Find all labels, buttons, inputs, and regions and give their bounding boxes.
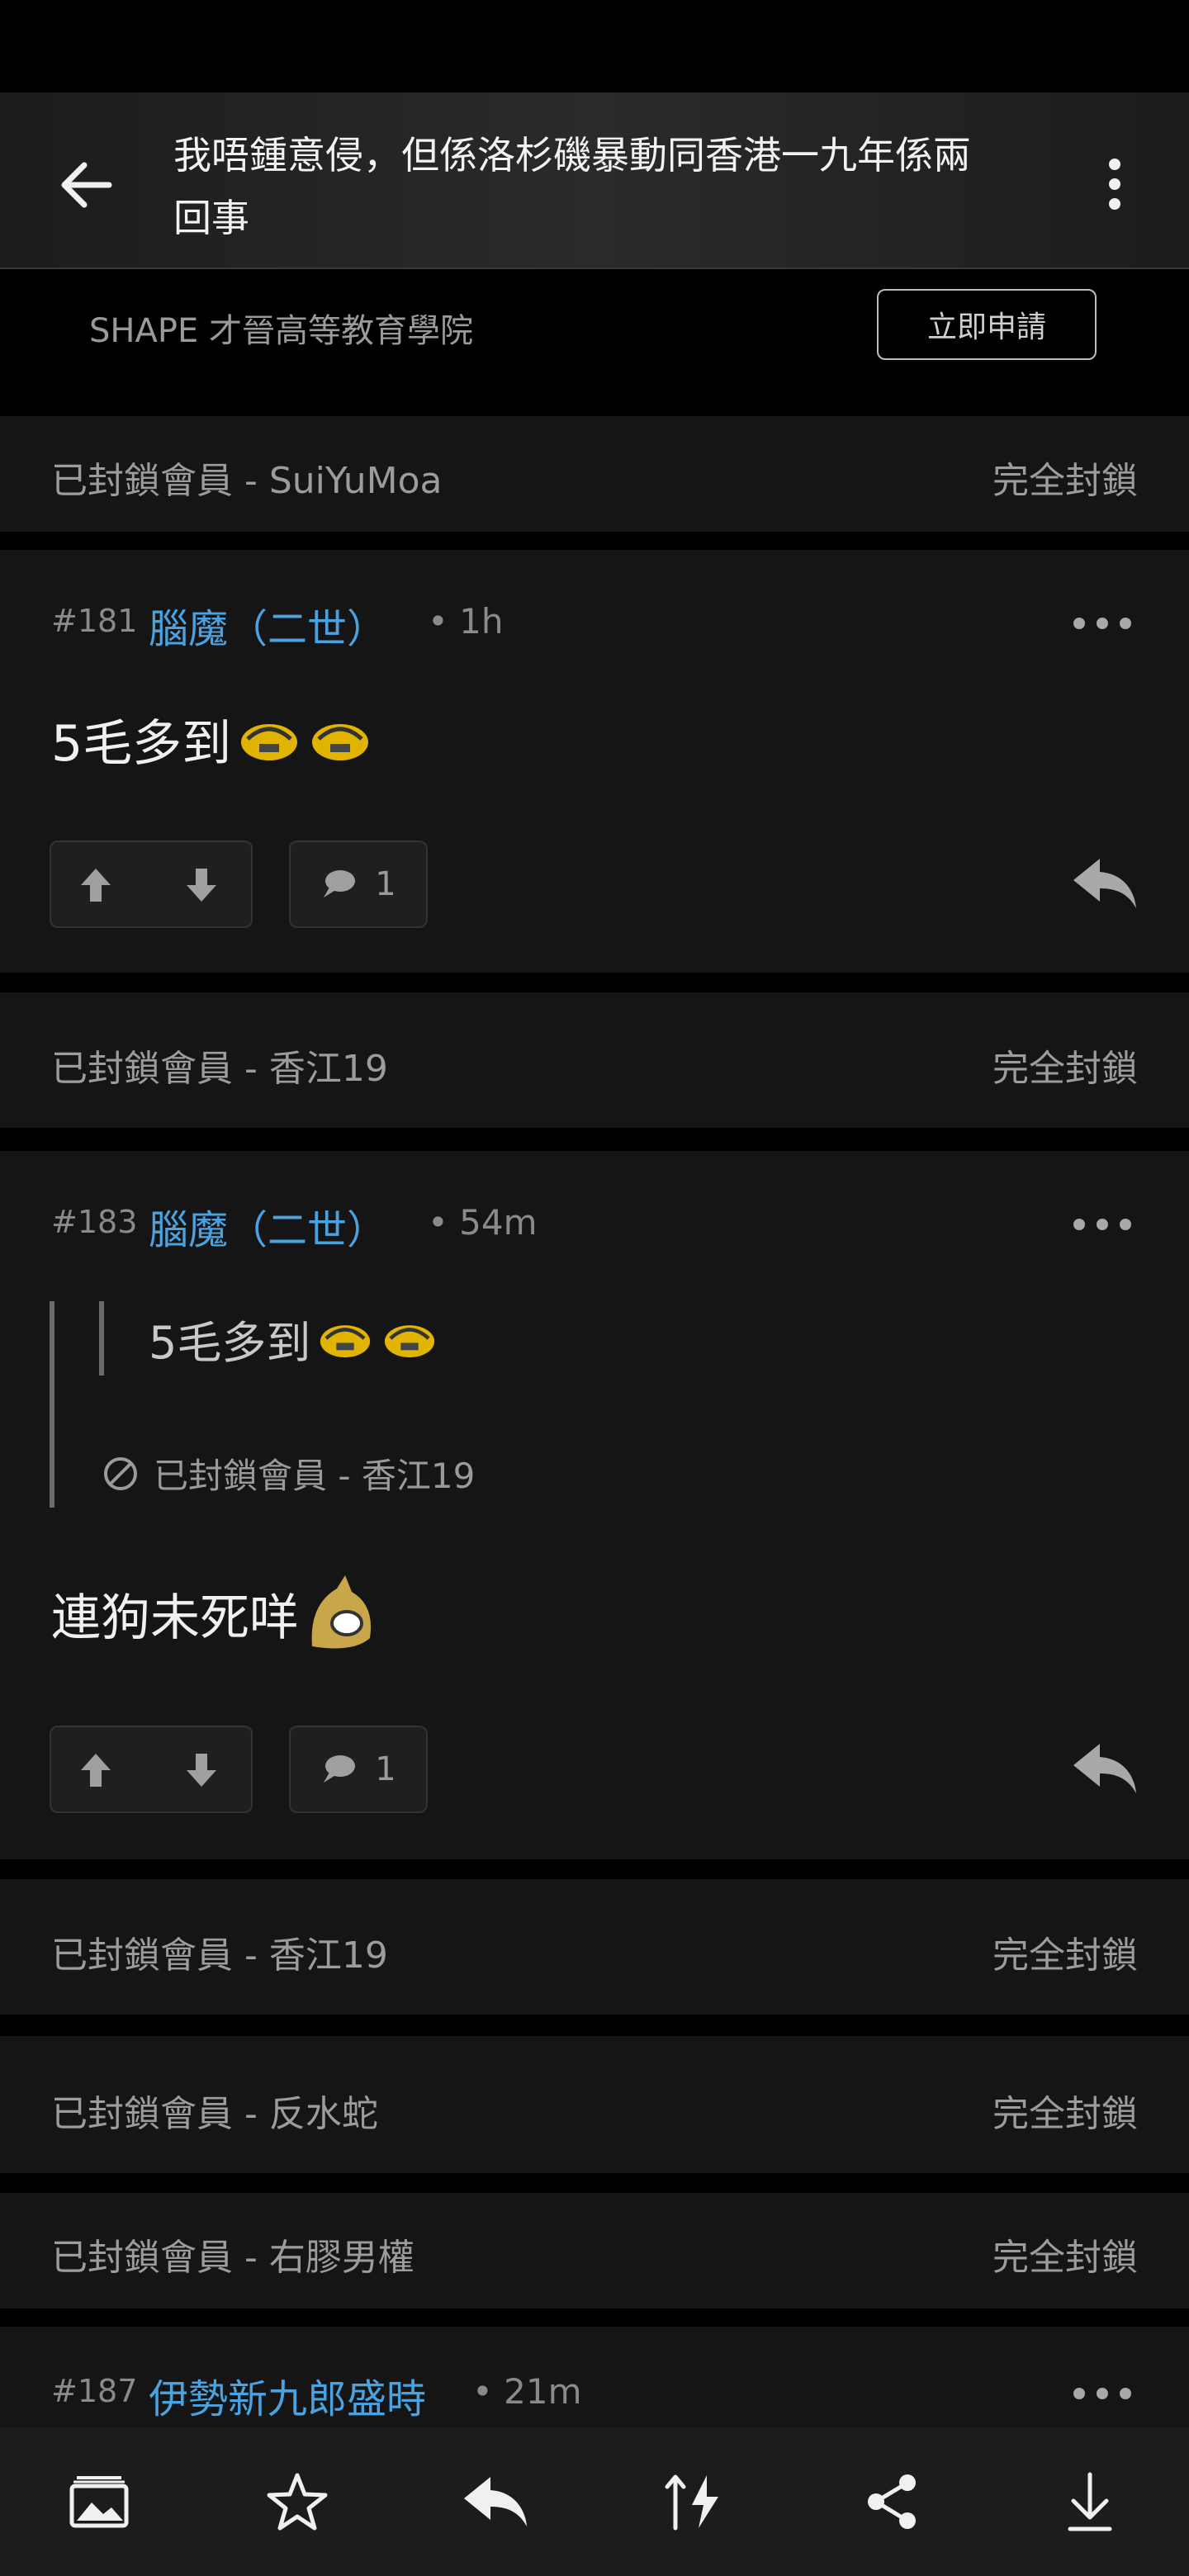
post-body: 5毛多到 [51,703,373,775]
blocked-member-row[interactable]: 已封鎖會員 - 反水蛇 完全封鎖 [0,2036,1189,2173]
emoji-icon [320,1324,371,1357]
comment-icon [324,1755,356,1783]
quoted-text: 5毛多到 [149,1306,439,1371]
emoji-icon [311,1575,372,1649]
post-author[interactable]: 腦魔（二世） [149,1197,386,1255]
comment-icon [324,870,356,897]
post-time: • 21m [472,2371,582,2412]
download-icon [1068,2472,1112,2531]
post-author[interactable]: 伊勢新九郎盛時 [149,2366,426,2424]
blocked-member-row[interactable]: 已封鎖會員 - SuiYuMoa 完全封鎖 [0,416,1189,532]
star-icon [267,2473,328,2531]
blocked-member-label: 已封鎖會員 - 右膠男權 [51,2237,414,2279]
quoted-author-label: 已封鎖會員 - 香江19 [154,1456,476,1496]
emoji-icon [312,723,369,760]
comment-count: 1 [375,1750,396,1788]
post-body-text: 連狗未死咩 [51,1589,299,1647]
post-time: • 54m [428,1202,538,1243]
quoted-author: 已封鎖會員 - 香江19 [102,1448,475,1499]
favourite-button[interactable] [256,2460,339,2543]
ad-text: SHAPE 才晉高等教育學院 [89,312,473,350]
reply-thread-button[interactable] [454,2460,537,2543]
emoji-icon [385,1324,435,1357]
upvote-icon[interactable] [79,867,112,903]
sort-button[interactable] [652,2460,735,2543]
blocked-member-label: 已封鎖會員 - 香江19 [51,1048,388,1090]
block-all-label[interactable]: 完全封鎖 [992,2228,1138,2280]
reply-button[interactable] [1065,1735,1144,1802]
image-icon [69,2476,129,2528]
post-more-button[interactable] [1073,2381,1131,2406]
blocked-member-label: 已封鎖會員 - 香江19 [51,1934,388,1977]
post-more-button[interactable] [1073,611,1131,636]
post-number: #187 [51,2373,138,2409]
reply-icon [464,2477,527,2526]
blocked-icon [104,1456,137,1490]
quoted-text-body: 5毛多到 [149,1317,311,1369]
sort-icon [665,2474,718,2531]
comment-button[interactable]: 1 [289,1726,428,1813]
post-card: #187 伊勢新九郎盛時 • 21m [0,2327,1189,2427]
post-time: • 1h [428,601,504,642]
comment-count: 1 [375,865,396,903]
comment-button[interactable]: 1 [289,841,428,928]
back-arrow-icon [61,162,112,208]
bottom-toolbar [0,2427,1189,2576]
emoji-icon [241,723,298,760]
more-menu-button[interactable] [1090,147,1139,221]
block-all-label[interactable]: 完全封鎖 [992,1925,1138,1978]
post-more-button[interactable] [1073,1212,1131,1237]
post-author[interactable]: 腦魔（二世） [149,596,386,654]
thread-title: 我唔鍾意侵，但係洛杉磯暴動同香港一九年係兩回事 [173,133,971,240]
vote-control [50,841,253,928]
vertical-dots-icon [1109,159,1120,210]
quote-bar [50,1301,54,1508]
share-icon [868,2474,916,2529]
blocked-member-row[interactable]: 已封鎖會員 - 香江19 完全封鎖 [0,992,1189,1128]
back-button[interactable] [46,145,126,225]
blocked-member-row[interactable]: 已封鎖會員 - 香江19 完全封鎖 [0,1879,1189,2015]
reply-button[interactable] [1065,850,1144,916]
post-body: 連狗未死咩 [51,1572,380,1655]
jump-to-bottom-button[interactable] [1049,2460,1131,2543]
block-all-label[interactable]: 完全封鎖 [992,451,1138,504]
downvote-icon[interactable] [185,867,218,903]
ad-apply-button[interactable]: 立即申請 [877,289,1097,360]
reply-icon [1073,1744,1136,1793]
post-number: #183 [51,1204,138,1240]
top-bar: 我唔鍾意侵，但係洛杉磯暴動同香港一九年係兩回事 [0,92,1189,269]
vote-control [50,1726,253,1813]
post-number: #181 [51,603,138,639]
post-card: #181 腦魔（二世） • 1h 5毛多到 1 [0,550,1189,973]
blocked-member-row[interactable]: 已封鎖會員 - 右膠男權 完全封鎖 [0,2193,1189,2308]
post-body-text: 5毛多到 [51,715,232,773]
share-button[interactable] [850,2460,933,2543]
post-card: #183 腦魔（二世） • 54m 5毛多到 已封鎖會員 - 香江19 連狗未死… [0,1151,1189,1859]
upvote-icon[interactable] [79,1752,112,1788]
quote-inner-bar [99,1301,104,1376]
image-mode-button[interactable] [58,2460,140,2543]
blocked-member-label: 已封鎖會員 - SuiYuMoa [51,460,443,502]
blocked-member-label: 已封鎖會員 - 反水蛇 [51,2093,378,2135]
reply-icon [1073,859,1136,908]
downvote-icon[interactable] [185,1752,218,1788]
ad-banner: SHAPE 才晉高等教育學院 立即申請 [0,269,1189,414]
block-all-label[interactable]: 完全封鎖 [992,1039,1138,1091]
block-all-label[interactable]: 完全封鎖 [992,2084,1138,2137]
